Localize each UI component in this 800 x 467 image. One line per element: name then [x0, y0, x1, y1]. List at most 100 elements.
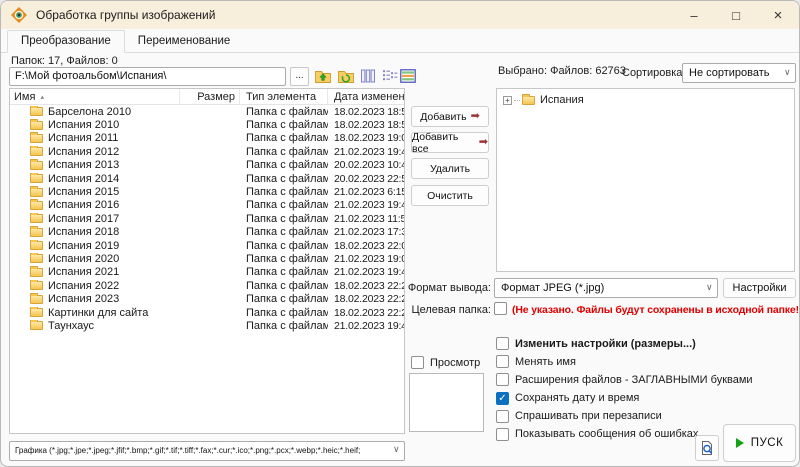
file-date: 21.02.2023 19:4 [328, 266, 404, 278]
run-button-label: ПУСК [751, 437, 784, 449]
file-name: Испания 2010 [48, 119, 119, 131]
file-type: Папка с файлами [240, 199, 328, 211]
tree-expander-icon[interactable]: + [503, 96, 512, 105]
file-date: 21.02.2023 6:15 [328, 186, 404, 198]
file-list-row[interactable]: Испания 2019 Папка с файлами 18.02.2023 … [10, 239, 404, 252]
file-type: Папка с файлами [240, 146, 328, 158]
file-list-row[interactable]: Испания 2022 Папка с файлами 18.02.2023 … [10, 279, 404, 292]
file-date: 18.02.2023 22:2 [328, 293, 404, 305]
option-checkbox[interactable] [496, 355, 509, 368]
option-checkbox[interactable]: ✓ [496, 392, 509, 405]
dialog-window: Обработка группы изображений – □ × Преоб… [0, 0, 800, 467]
file-list-row[interactable]: Испания 2011 Папка с файлами 18.02.2023 … [10, 132, 404, 145]
file-name: Испания 2016 [48, 199, 119, 211]
folder-icon [30, 121, 43, 130]
report-preview-button[interactable] [695, 435, 719, 461]
play-icon [736, 438, 744, 448]
browse-button[interactable]: ... [290, 67, 309, 86]
preview-checkbox[interactable] [411, 356, 424, 369]
file-name: Испания 2013 [48, 159, 119, 171]
file-type: Папка с файлами [240, 186, 328, 198]
option-checkbox[interactable] [496, 337, 509, 350]
file-name: Испания 2023 [48, 293, 119, 305]
format-settings-button[interactable]: Настройки [723, 278, 796, 298]
title-bar: Обработка группы изображений – □ × [1, 1, 799, 29]
file-name: Картинки для сайта [48, 307, 148, 319]
option-row: Изменить настройки (размеры...) [496, 337, 753, 350]
file-list-row[interactable]: Испания 2018 Папка с файлами 21.02.2023 … [10, 226, 404, 239]
folder-icon [30, 281, 43, 290]
file-list-row[interactable]: Таунхаус Папка с файлами 21.02.2023 19:4 [10, 319, 404, 332]
selected-tree-panel: + Испания [496, 88, 795, 272]
file-list-row[interactable]: Испания 2013 Папка с файлами 20.02.2023 … [10, 159, 404, 172]
folder-icon [30, 241, 43, 250]
file-list-row[interactable]: Испания 2012 Папка с файлами 21.02.2023 … [10, 145, 404, 158]
table-view-button[interactable] [399, 67, 417, 85]
folder-icon [30, 254, 43, 263]
clear-button-label: Очистить [427, 190, 473, 202]
tree-node-root[interactable]: + Испания [497, 89, 794, 106]
add-all-button[interactable]: Добавить все➡ [411, 132, 489, 153]
file-list-row[interactable]: Барселона 2010 Папка с файлами 18.02.202… [10, 105, 404, 118]
file-type: Папка с файлами [240, 159, 328, 171]
file-list-row[interactable]: Испания 2020 Папка с файлами 21.02.2023 … [10, 252, 404, 265]
sort-select[interactable]: Не сортировать [682, 63, 796, 83]
file-list-header: Имя ▴ Размер Тип элемента Дата изменения [10, 89, 404, 105]
file-list-row[interactable]: Испания 2021 Папка с файлами 21.02.2023 … [10, 266, 404, 279]
tab-rename[interactable]: Переименование [125, 31, 243, 52]
folder-icon [30, 134, 43, 143]
file-list-row[interactable]: Испания 2023 Папка с файлами 18.02.2023 … [10, 292, 404, 305]
folder-icon [30, 295, 43, 304]
file-name: Испания 2019 [48, 240, 119, 252]
tab-convert[interactable]: Преобразование [7, 30, 125, 53]
file-name: Испания 2022 [48, 280, 119, 292]
columns-view-button[interactable] [359, 67, 377, 85]
sort-label: Сортировка: [622, 67, 685, 79]
option-checkbox[interactable] [496, 410, 509, 423]
file-list-row[interactable]: Испания 2017 Папка с файлами 21.02.2023 … [10, 212, 404, 225]
minimize-button[interactable]: – [673, 1, 715, 29]
arrow-right-icon: ➡ [471, 111, 480, 122]
file-name: Таунхаус [48, 320, 94, 332]
list-view-button[interactable] [381, 67, 399, 85]
folder-refresh-button[interactable] [337, 67, 355, 85]
arrow-right-icon: ➡ [479, 137, 488, 148]
file-list-row[interactable]: Испания 2014 Папка с файлами 20.02.2023 … [10, 172, 404, 185]
file-date: 21.02.2023 19:0 [328, 253, 404, 265]
file-date: 18.02.2023 22:2 [328, 280, 404, 292]
source-path-input[interactable]: F:\Мой фотоальбом\Испания\ [9, 67, 286, 86]
folder-icon [30, 228, 43, 237]
folder-up-button[interactable] [314, 67, 332, 85]
file-list-row[interactable]: Картинки для сайта Папка с файлами 18.02… [10, 306, 404, 319]
option-label: Сохранять дату и время [515, 392, 639, 404]
run-button[interactable]: ПУСК [723, 424, 796, 462]
file-list-row[interactable]: Испания 2016 Папка с файлами 21.02.2023 … [10, 199, 404, 212]
file-date: 21.02.2023 19:4 [328, 320, 404, 332]
close-button[interactable]: × [757, 1, 799, 29]
target-folder-checkbox[interactable] [494, 302, 507, 315]
file-name: Барселона 2010 [48, 106, 131, 118]
add-button-label: Добавить [420, 111, 466, 123]
column-header-date[interactable]: Дата изменения [328, 89, 404, 104]
option-checkbox[interactable] [496, 428, 509, 441]
remove-button[interactable]: Удалить [411, 158, 489, 179]
file-date: 18.02.2023 18:5 [328, 119, 404, 131]
file-date: 18.02.2023 22:2 [328, 307, 404, 319]
add-button[interactable]: Добавить ➡ [411, 106, 489, 127]
file-filter-select[interactable]: Графика (*.jpg;*.jpe;*.jpeg;*.jfif;*.bmp… [9, 441, 405, 461]
column-header-type[interactable]: Тип элемента [240, 89, 328, 104]
maximize-button[interactable]: □ [715, 1, 757, 29]
option-checkbox[interactable] [496, 373, 509, 386]
output-format-select[interactable]: Формат JPEG (*.jpg) [494, 278, 718, 298]
file-list-row[interactable]: Испания 2010 Папка с файлами 18.02.2023 … [10, 118, 404, 131]
column-header-name[interactable]: Имя ▴ [10, 89, 180, 104]
file-list-row[interactable]: Испания 2015 Папка с файлами 21.02.2023 … [10, 185, 404, 198]
clear-button[interactable]: Очистить [411, 185, 489, 206]
file-date: 21.02.2023 19:4 [328, 199, 404, 211]
file-name: Испания 2020 [48, 253, 119, 265]
file-type: Папка с файлами [240, 132, 328, 144]
column-header-size[interactable]: Размер [180, 89, 240, 104]
document-magnifier-icon [699, 440, 715, 456]
file-type: Папка с файлами [240, 106, 328, 118]
options-list: Изменить настройки (размеры...) Менять и… [496, 337, 753, 441]
